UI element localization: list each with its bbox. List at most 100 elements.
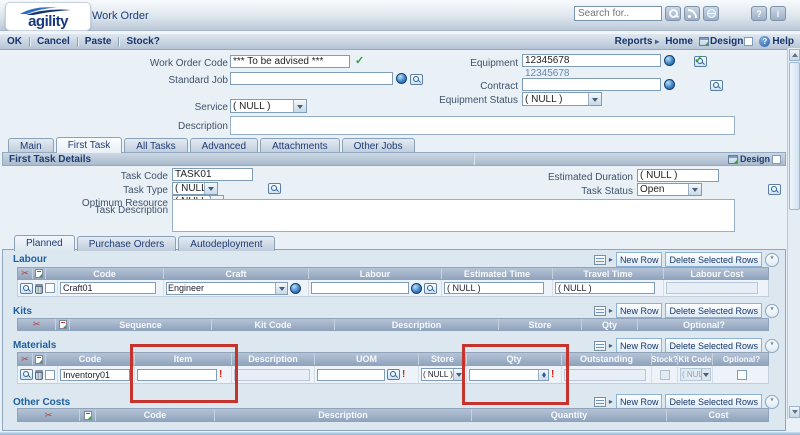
- column-header[interactable]: Optional?: [638, 319, 770, 330]
- help-link[interactable]: ? Help: [759, 36, 794, 47]
- input-estimated-duration[interactable]: [637, 169, 719, 182]
- subtab-planned[interactable]: Planned: [14, 235, 75, 251]
- equipment-globe-icon[interactable]: [664, 55, 675, 66]
- collapse-button[interactable]: *: [765, 395, 779, 409]
- input-task-code[interactable]: [172, 168, 253, 181]
- dropdown-arrow-icon[interactable]: [275, 283, 287, 294]
- toolbar-link-ok[interactable]: OK: [0, 36, 29, 47]
- section-design-toggle[interactable]: Design: [728, 154, 785, 164]
- toolbar-link-stock[interactable]: Stock?: [119, 36, 166, 47]
- info-button[interactable]: i: [770, 6, 786, 21]
- scroll-up-button[interactable]: [789, 49, 800, 61]
- input-uom[interactable]: [317, 369, 385, 381]
- contract-globe-icon[interactable]: [664, 79, 675, 90]
- task-status-lookup-icon[interactable]: [768, 184, 781, 195]
- section-design-checkbox[interactable]: [772, 155, 781, 164]
- new-row-button[interactable]: New Row: [616, 252, 663, 267]
- column-header[interactable]: Sequence: [70, 319, 212, 330]
- input-estimated-time[interactable]: [444, 282, 544, 294]
- export-grid-icon[interactable]: [594, 306, 606, 316]
- select-service[interactable]: ( NULL ): [230, 99, 307, 113]
- toolbar-link-paste[interactable]: Paste: [78, 36, 119, 47]
- globe-button[interactable]: [703, 6, 719, 21]
- scroll-down-button[interactable]: [789, 406, 800, 418]
- column-header[interactable]: Cost: [667, 409, 770, 421]
- column-header[interactable]: Estimated Time: [442, 268, 553, 279]
- column-header[interactable]: Stock?: [652, 353, 678, 365]
- delete-selected-rows-button[interactable]: Delete Selected Rows: [665, 394, 762, 409]
- row-edit-icon[interactable]: [20, 369, 33, 380]
- collapse-button[interactable]: *: [765, 304, 779, 318]
- delete-selected-rows-button[interactable]: Delete Selected Rows: [665, 303, 762, 318]
- column-header[interactable]: Outstanding: [562, 353, 652, 365]
- column-header[interactable]: Description: [232, 353, 315, 365]
- help-button[interactable]: ?: [751, 6, 767, 21]
- labour-lookup-icon[interactable]: [424, 283, 437, 294]
- select-store[interactable]: ( NULL ): [421, 368, 464, 381]
- column-header[interactable]: Optional?: [713, 353, 770, 365]
- input-work-order-code[interactable]: [230, 55, 350, 68]
- new-row-button[interactable]: New Row: [616, 394, 663, 409]
- column-header[interactable]: Qty: [582, 319, 638, 330]
- agility-logo[interactable]: agility: [5, 2, 91, 31]
- column-header[interactable]: Code: [46, 353, 135, 365]
- input-equipment[interactable]: [522, 54, 661, 67]
- dropdown-arrow-icon[interactable]: [293, 100, 306, 112]
- select-equipment-status[interactable]: ( NULL ): [522, 92, 602, 106]
- export-grid-icon[interactable]: [594, 397, 606, 407]
- tab-first-task[interactable]: First Task: [56, 137, 123, 153]
- select-craft[interactable]: Engineer: [166, 282, 288, 295]
- tab-other-jobs[interactable]: Other Jobs: [342, 138, 415, 153]
- tab-main[interactable]: Main: [8, 138, 54, 153]
- input-labour-code[interactable]: [60, 282, 156, 294]
- task-type-lookup-icon[interactable]: [268, 183, 281, 194]
- search-input[interactable]: [574, 6, 662, 21]
- input-contract[interactable]: [522, 78, 661, 91]
- textarea-description[interactable]: [230, 116, 735, 135]
- tab-attachments[interactable]: Attachments: [260, 138, 340, 153]
- column-header[interactable]: Code: [96, 409, 215, 421]
- export-grid-icon[interactable]: [594, 255, 606, 265]
- delete-selected-rows-button[interactable]: Delete Selected Rows: [665, 252, 762, 267]
- row-checkbox[interactable]: [45, 370, 55, 380]
- collapse-button[interactable]: *: [765, 253, 779, 267]
- design-toggle[interactable]: Design: [699, 36, 753, 47]
- column-header[interactable]: Store: [499, 319, 582, 330]
- new-row-button[interactable]: New Row: [616, 303, 663, 318]
- dropdown-arrow-icon[interactable]: [204, 183, 217, 194]
- column-header[interactable]: Kit Code: [678, 353, 713, 365]
- tab-advanced[interactable]: Advanced: [190, 138, 258, 153]
- column-header[interactable]: Description: [215, 409, 472, 421]
- scroll-thumb[interactable]: [789, 62, 800, 210]
- column-header[interactable]: Craft: [164, 268, 309, 279]
- design-checkbox[interactable]: [744, 37, 753, 46]
- tab-all-tasks[interactable]: All Tasks: [124, 138, 187, 153]
- row-checkbox[interactable]: [45, 283, 55, 293]
- row-edit-icon[interactable]: [20, 283, 33, 294]
- select-task-type[interactable]: ( NULL ): [172, 182, 218, 195]
- subtab-purchase-orders[interactable]: Purchase Orders: [77, 236, 177, 251]
- column-header[interactable]: Quantity: [472, 409, 667, 421]
- vertical-scrollbar[interactable]: [787, 48, 800, 419]
- row-delete-icon[interactable]: [35, 283, 43, 294]
- search-button[interactable]: [665, 6, 681, 21]
- uom-lookup-icon[interactable]: [387, 369, 400, 380]
- dropdown-arrow-icon[interactable]: [688, 184, 701, 195]
- labour-globe-icon[interactable]: [411, 283, 422, 294]
- feed-button[interactable]: [684, 6, 700, 21]
- column-header[interactable]: Labour Cost: [664, 268, 770, 279]
- subtab-autodeployment[interactable]: Autodeployment: [178, 236, 274, 251]
- reports-menu[interactable]: Reports ▸: [615, 36, 660, 47]
- column-header[interactable]: Code: [46, 268, 164, 279]
- row-delete-icon[interactable]: [35, 369, 43, 380]
- column-header[interactable]: Labour: [309, 268, 442, 279]
- toolbar-link-cancel[interactable]: Cancel: [30, 36, 77, 47]
- export-grid-icon[interactable]: [594, 341, 606, 351]
- optional-checkbox[interactable]: [737, 370, 747, 380]
- select-task-status[interactable]: Open: [637, 183, 702, 196]
- input-material-code[interactable]: [60, 369, 130, 381]
- dropdown-arrow-icon[interactable]: [588, 93, 601, 105]
- input-labour[interactable]: [311, 282, 409, 294]
- column-header[interactable]: Description: [335, 319, 499, 330]
- column-header[interactable]: Kit Code: [212, 319, 335, 330]
